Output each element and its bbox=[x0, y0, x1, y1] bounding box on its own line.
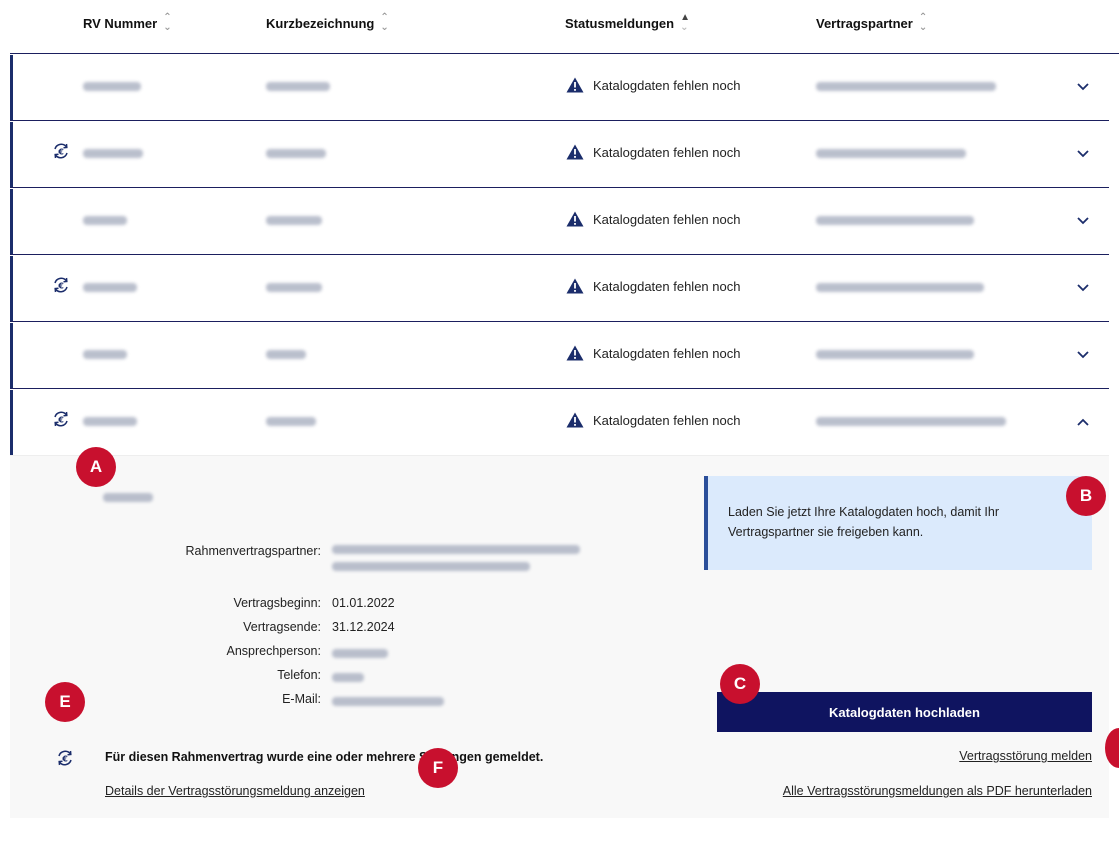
info-message: Laden Sie jetzt Ihre Katalogdaten hoch, … bbox=[704, 476, 1092, 570]
annotation-badge-a: A bbox=[76, 447, 116, 487]
row-accent-bar bbox=[10, 122, 13, 187]
value-rahmenvertragspartner bbox=[332, 542, 580, 572]
cell-rv-nummer bbox=[83, 212, 127, 227]
label-email: E-Mail: bbox=[282, 692, 321, 706]
chevron-down-icon[interactable] bbox=[1077, 145, 1089, 161]
column-header-statusmeldungen[interactable]: Statusmeldungen ▲ ⌄ bbox=[565, 13, 690, 33]
status-text: Katalogdaten fehlen noch bbox=[593, 278, 741, 294]
sort-arrows-icon: ⌃ ⌄ bbox=[380, 12, 389, 33]
chevron-down-icon[interactable] bbox=[1077, 78, 1089, 94]
label-vertragsende: Vertragsende: bbox=[243, 620, 321, 634]
warning-triangle-icon bbox=[566, 345, 584, 361]
cell-status: Katalogdaten fehlen noch bbox=[566, 412, 740, 431]
svg-text:€: € bbox=[61, 755, 68, 764]
annotation-badge-f: F bbox=[418, 748, 458, 788]
cell-vertragspartner bbox=[816, 279, 984, 294]
cell-rv-nummer bbox=[83, 78, 141, 93]
chevron-down-icon[interactable] bbox=[1077, 279, 1089, 295]
warning-triangle-icon bbox=[566, 412, 584, 428]
cell-vertragspartner bbox=[816, 212, 974, 227]
table-row[interactable]: Katalogdaten fehlen noch bbox=[10, 323, 1109, 389]
row-accent-bar bbox=[10, 189, 13, 254]
value-vertragsende: 31.12.2024 bbox=[332, 620, 395, 634]
value-vertragsbeginn: 01.01.2022 bbox=[332, 596, 395, 610]
sort-arrows-icon: ⌃ ⌄ bbox=[918, 12, 928, 33]
status-text: Katalogdaten fehlen noch bbox=[593, 412, 741, 428]
table-row[interactable]: € Katalogdaten fehlen noch bbox=[10, 122, 1109, 188]
download-pdf-link[interactable]: Alle Vertragsstörungsmeldungen als PDF h… bbox=[783, 784, 1092, 798]
column-header-vertragspartner[interactable]: Vertragspartner ⌃ ⌄ bbox=[816, 13, 927, 33]
status-text: Katalogdaten fehlen noch bbox=[593, 211, 741, 227]
sync-euro-icon: € bbox=[54, 277, 68, 293]
value-ansprechperson bbox=[332, 646, 388, 660]
chevron-up-icon[interactable] bbox=[1077, 413, 1089, 429]
cell-kurzbezeichnung bbox=[266, 346, 306, 361]
row-accent-bar bbox=[10, 323, 13, 388]
cell-status: Katalogdaten fehlen noch bbox=[566, 77, 740, 96]
cell-status: Katalogdaten fehlen noch bbox=[566, 345, 740, 364]
cell-rv-nummer bbox=[83, 413, 137, 428]
cell-vertragspartner bbox=[816, 413, 1006, 428]
label-rahmenvertragspartner: Rahmenvertragspartner: bbox=[185, 544, 321, 558]
table-row[interactable]: Katalogdaten fehlen noch bbox=[10, 189, 1109, 255]
table-row[interactable]: € Katalogdaten fehlen noch bbox=[10, 256, 1109, 322]
cell-kurzbezeichnung bbox=[266, 279, 322, 294]
value-telefon bbox=[332, 670, 364, 684]
column-header-rv-nummer[interactable]: RV Nummer ⌃ ⌄ bbox=[83, 13, 172, 33]
expanded-detail-panel: Rahmenvertragspartner: Vertragsbeginn: 0… bbox=[10, 456, 1109, 818]
table-header: RV Nummer ⌃ ⌄ Kurzbezeichnung ⌃ ⌄ Statusme… bbox=[10, 0, 1119, 54]
cell-kurzbezeichnung bbox=[266, 212, 322, 227]
disruption-details-link[interactable]: Details der Vertragsstörungsmeldung anze… bbox=[105, 784, 365, 798]
cell-status: Katalogdaten fehlen noch bbox=[566, 278, 740, 297]
row-accent-bar bbox=[10, 390, 13, 455]
sync-euro-icon: € bbox=[58, 750, 72, 766]
label-vertragsbeginn: Vertragsbeginn: bbox=[233, 596, 321, 610]
label-ansprechperson: Ansprechperson: bbox=[226, 644, 321, 658]
cell-vertragspartner bbox=[816, 145, 966, 160]
svg-text:€: € bbox=[57, 416, 64, 425]
row-accent-bar bbox=[10, 55, 13, 120]
status-text: Katalogdaten fehlen noch bbox=[593, 77, 741, 93]
column-header-kurzbezeichnung[interactable]: Kurzbezeichnung ⌃ ⌄ bbox=[266, 13, 389, 33]
warning-triangle-icon bbox=[566, 144, 584, 160]
cell-kurzbezeichnung bbox=[266, 145, 326, 160]
chevron-down-icon[interactable] bbox=[1077, 212, 1089, 228]
cell-kurzbezeichnung bbox=[266, 413, 316, 428]
label-telefon: Telefon: bbox=[277, 668, 321, 682]
warning-triangle-icon bbox=[566, 278, 584, 294]
annotation-badge-c: C bbox=[720, 664, 760, 704]
value-email bbox=[332, 694, 444, 708]
status-text: Katalogdaten fehlen noch bbox=[593, 144, 741, 160]
row-accent-bar bbox=[10, 256, 13, 321]
cell-vertragspartner bbox=[816, 346, 974, 361]
svg-text:€: € bbox=[57, 148, 64, 157]
sort-asc-icon: ▲ ⌄ bbox=[680, 12, 690, 33]
cell-rv-nummer bbox=[83, 346, 127, 361]
table-row[interactable]: € Katalogdaten fehlen noch bbox=[10, 390, 1109, 456]
cell-rv-nummer bbox=[83, 279, 137, 294]
annotation-badge-b: B bbox=[1066, 476, 1106, 516]
cell-rv-nummer bbox=[83, 145, 143, 160]
cell-status: Katalogdaten fehlen noch bbox=[566, 144, 740, 163]
sync-euro-icon: € bbox=[54, 411, 68, 427]
sort-arrows-icon: ⌃ ⌄ bbox=[163, 12, 172, 33]
report-disruption-link[interactable]: Vertragsstörung melden bbox=[959, 749, 1092, 763]
disruption-warning-text: Für diesen Rahmenvertrag wurde eine oder… bbox=[105, 750, 544, 764]
warning-triangle-icon bbox=[566, 77, 584, 93]
annotation-badge-e: E bbox=[45, 682, 85, 722]
cell-kurzbezeichnung bbox=[266, 78, 330, 93]
table-row[interactable]: Katalogdaten fehlen noch bbox=[10, 55, 1109, 121]
detail-kurzbezeichnung bbox=[103, 489, 153, 507]
cell-status: Katalogdaten fehlen noch bbox=[566, 211, 740, 230]
upload-catalog-button[interactable]: Katalogdaten hochladen bbox=[717, 692, 1092, 732]
svg-text:€: € bbox=[57, 282, 64, 291]
cell-vertragspartner bbox=[816, 78, 996, 93]
sync-euro-icon: € bbox=[54, 143, 68, 159]
chevron-down-icon[interactable] bbox=[1077, 346, 1089, 362]
warning-triangle-icon bbox=[566, 211, 584, 227]
status-text: Katalogdaten fehlen noch bbox=[593, 345, 741, 361]
